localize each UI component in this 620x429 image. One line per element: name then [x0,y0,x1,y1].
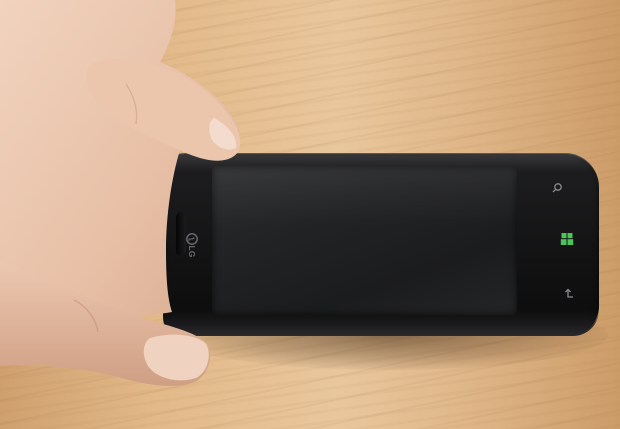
photo-scene: LG [0,0,620,429]
hand-holding-phone [0,0,241,386]
